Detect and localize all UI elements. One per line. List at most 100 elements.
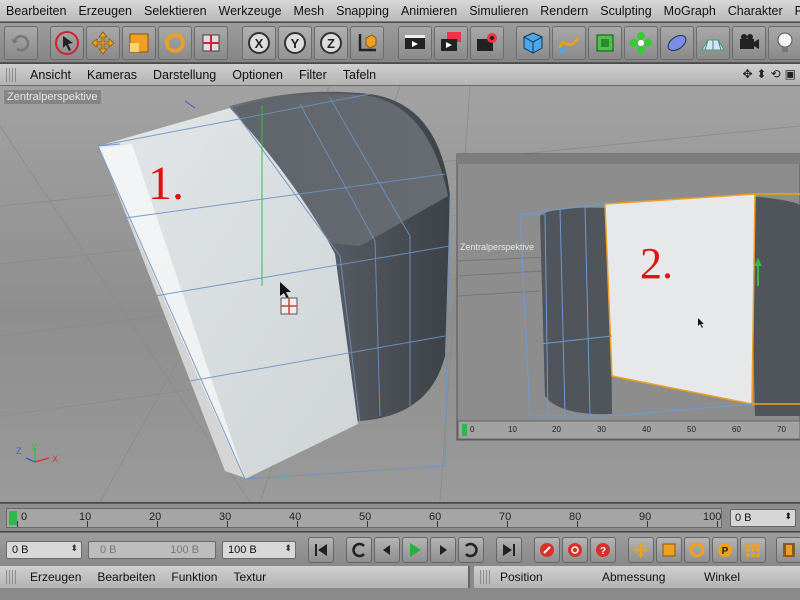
stepper-arrows-icon[interactable]: ⬍ [284,543,292,554]
viewport-label: Zentralperspektive [4,90,101,104]
move-icon[interactable] [86,26,120,60]
end-frame-field[interactable]: 100 B ⬍ [222,541,296,559]
stepper-arrows-icon[interactable]: ⬍ [70,543,78,554]
dolly-view-icon[interactable]: ⬍ [757,67,767,81]
panel-grip[interactable] [6,67,16,82]
timeline-label: 90 [639,511,652,523]
timeline-label: 40 [289,511,302,523]
select-arrow-icon[interactable] [50,26,84,60]
menu-plugins[interactable]: Pl [789,4,800,18]
menu-selektieren[interactable]: Selektieren [138,4,213,18]
menu-bar: Bearbeiten Erzeugen Selektieren Werkzeug… [0,0,800,22]
z-axis-icon[interactable]: Z [314,26,348,60]
mograph-cloner-icon[interactable] [624,26,658,60]
menu-animieren[interactable]: Animieren [395,4,463,18]
timeline-label: 20 [149,511,162,523]
render-view-icon[interactable] [398,26,432,60]
coordinate-system-icon[interactable] [350,26,384,60]
svg-text:P: P [722,546,729,557]
subdivision-icon[interactable] [588,26,622,60]
camera-icon[interactable] [732,26,766,60]
inset-viewport: 2. 0 10 20 30 40 50 60 70 [456,153,800,441]
render-picture-viewer-icon[interactable] [434,26,468,60]
menu-optionen[interactable]: Optionen [224,68,291,82]
film-strip-icon[interactable] [776,537,800,563]
scale-icon[interactable] [122,26,156,60]
menu-snapping[interactable]: Snapping [330,4,395,18]
menu-funktion[interactable]: Funktion [163,570,225,584]
menu-erzeugen[interactable]: Erzeugen [22,570,89,584]
maximize-view-icon[interactable]: ▣ [785,67,796,81]
light-icon[interactable] [768,26,800,60]
inset-ruler-label: 10 [508,425,517,434]
rotate-icon[interactable] [158,26,192,60]
auto-key-button[interactable] [562,537,588,563]
svg-text:?: ? [600,546,606,557]
start-frame-value: 0 B [12,544,29,556]
coord-header-position: Position [500,570,543,584]
rotate-view-icon[interactable]: ⟲ [771,67,781,81]
previous-key-button[interactable] [346,537,372,563]
play-button[interactable] [402,537,428,563]
record-rotation-button[interactable] [684,537,710,563]
previous-frame-button[interactable] [374,537,400,563]
x-axis-icon[interactable]: X [242,26,276,60]
menu-bearbeiten[interactable]: Bearbeiten [89,570,163,584]
live-select-icon[interactable] [194,26,228,60]
menu-tafeln[interactable]: Tafeln [335,68,384,82]
next-key-button[interactable] [458,537,484,563]
menu-ansicht[interactable]: Ansicht [22,68,79,82]
range-slider[interactable]: 0 B 100 B [88,541,216,559]
record-key-button[interactable] [534,537,560,563]
cube-icon[interactable] [516,26,550,60]
menu-darstellung[interactable]: Darstellung [145,68,224,82]
menu-filter[interactable]: Filter [291,68,335,82]
start-frame-field[interactable]: 0 B ⬍ [6,541,82,559]
playhead[interactable] [9,511,17,525]
keyframe-selection-button[interactable]: ? [590,537,616,563]
spline-icon[interactable] [552,26,586,60]
go-to-start-button[interactable] [308,537,334,563]
menu-kameras[interactable]: Kameras [79,68,145,82]
panel-grip[interactable] [480,570,490,584]
timeline-label: 0 [21,511,28,523]
menu-rendern[interactable]: Rendern [534,4,594,18]
menu-mograph[interactable]: MoGraph [658,4,722,18]
menu-simulieren[interactable]: Simulieren [463,4,534,18]
menu-sculpting[interactable]: Sculpting [594,4,657,18]
inset-ruler-label: 0 [470,425,475,434]
inset-ruler-label: 60 [732,425,741,434]
stepper-arrows-icon[interactable]: ⬍ [784,511,792,522]
record-position-button[interactable] [628,537,654,563]
timeline: 0 10 20 30 40 50 60 70 80 90 100 0 B ⬍ [0,503,800,531]
y-axis-icon[interactable]: Y [278,26,312,60]
menu-erzeugen[interactable]: Erzeugen [72,4,138,18]
floor-icon[interactable] [696,26,730,60]
undo-icon[interactable] [4,26,38,60]
end-frame-value: 100 B [228,544,257,556]
axis-label-z: Z [16,446,22,456]
record-scale-button[interactable] [656,537,682,563]
record-point-level-button[interactable] [740,537,766,563]
next-frame-button[interactable] [430,537,456,563]
range-end-value: 100 B [170,544,199,556]
menu-textur[interactable]: Textur [225,570,274,584]
axis-label-x: X [52,454,58,464]
timeline-label: 60 [429,511,442,523]
timeline-label: 30 [219,511,232,523]
timeline-ruler[interactable]: 0 10 20 30 40 50 60 70 80 90 100 [6,508,722,528]
record-parameter-button[interactable]: P [712,537,738,563]
viewport-3d[interactable]: Y X Z 1. 2. 0 10 20 30 40 50 60 70 Zentr… [0,86,800,502]
panel-grip[interactable] [6,570,16,584]
current-frame-field[interactable]: 0 B ⬍ [730,509,796,527]
menu-bearbeiten[interactable]: Bearbeiten [0,4,72,18]
move-view-icon[interactable]: ✥ [742,67,752,81]
menu-mesh[interactable]: Mesh [288,4,331,18]
menu-werkzeuge[interactable]: Werkzeuge [213,4,288,18]
go-to-end-button[interactable] [496,537,522,563]
timeline-label: 70 [499,511,512,523]
y-axis-label: Y [291,36,300,51]
render-settings-icon[interactable] [470,26,504,60]
menu-charakter[interactable]: Charakter [722,4,789,18]
deformer-icon[interactable] [660,26,694,60]
